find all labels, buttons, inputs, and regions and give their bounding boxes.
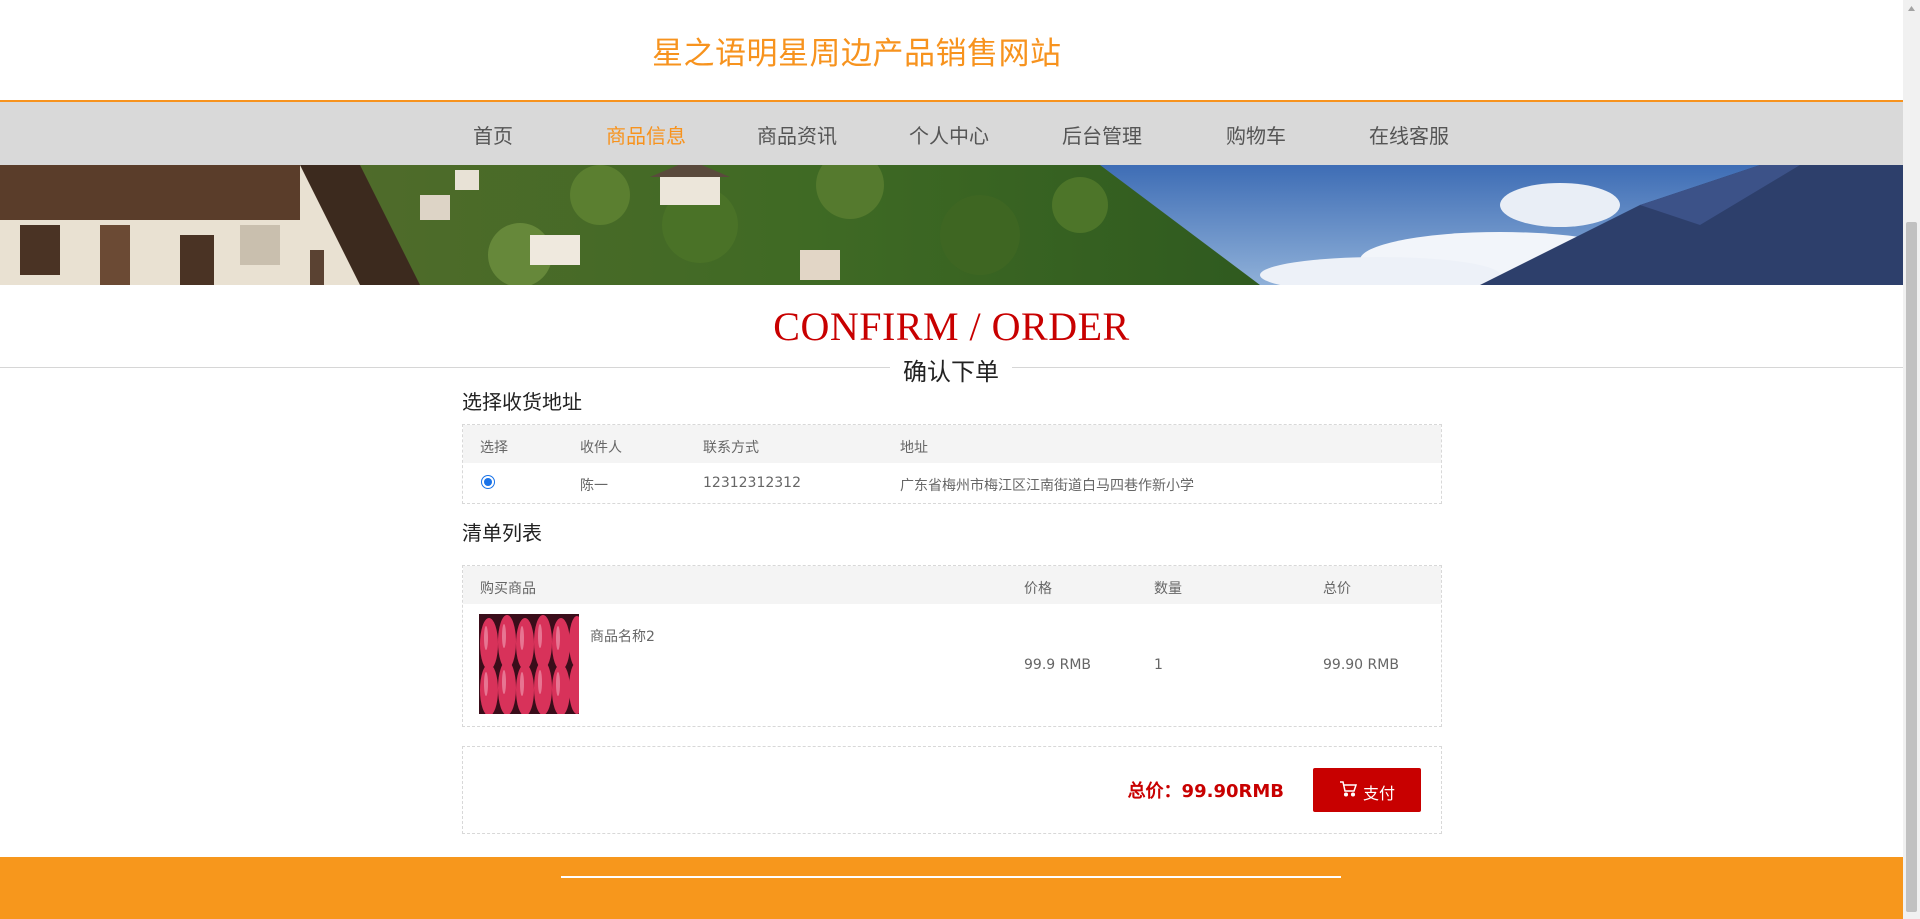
nav-item-products[interactable]: 商品信息 — [606, 120, 686, 149]
nav-item-service[interactable]: 在线客服 — [1369, 120, 1449, 149]
product-name[interactable]: 商品名称2 — [590, 626, 655, 646]
vertical-scrollbar[interactable] — [1903, 0, 1920, 919]
confirm-order-subtitle: 确认下单 — [890, 352, 1012, 387]
footer — [0, 857, 1903, 919]
order-section-title: 清单列表 — [462, 521, 542, 545]
page: 星之语明星周边产品销售网站 首页 商品信息 商品资讯 个人中心 后台管理 购物车… — [0, 0, 1903, 919]
col-quantity: 数量 — [1154, 581, 1182, 597]
product-price: 99.9 RMB — [1024, 657, 1092, 673]
col-total: 总价 — [1323, 581, 1351, 597]
nav-item-cart[interactable]: 购物车 — [1226, 120, 1286, 149]
nav-item-home[interactable]: 首页 — [473, 120, 513, 149]
product-quantity: 1 — [1154, 657, 1163, 673]
address-section-title: 选择收货地址 — [462, 390, 582, 414]
address-table: 选择 收件人 联系方式 地址 陈一 12312312312 广东省梅州市梅江区江… — [462, 424, 1442, 504]
order-total: 总价：99.90RMB — [1127, 781, 1284, 802]
recipient-name: 陈一 — [580, 478, 608, 494]
nav-item-admin[interactable]: 后台管理 — [1062, 120, 1142, 149]
col-address: 地址 — [900, 440, 928, 456]
pay-button[interactable]: 支付 — [1313, 768, 1421, 812]
product-total: 99.90 RMB — [1323, 657, 1399, 673]
confirm-order-title: CONFIRM / ORDER — [773, 304, 1130, 349]
scrollbar-thumb[interactable] — [1906, 222, 1917, 912]
col-price: 价格 — [1024, 581, 1052, 597]
col-phone: 联系方式 — [703, 440, 759, 456]
address-table-header: 选择 收件人 联系方式 地址 — [463, 425, 1441, 463]
order-table: 购买商品 价格 数量 总价 商品名称2 99.9 RMB 1 99.90 RMB — [462, 565, 1442, 727]
cart-icon — [1339, 781, 1358, 801]
banner-image — [0, 165, 1903, 285]
col-recipient: 收件人 — [580, 440, 622, 456]
recipient-phone: 12312312312 — [703, 475, 801, 491]
col-select: 选择 — [480, 440, 508, 456]
header: 星之语明星周边产品销售网站 — [0, 0, 1903, 102]
order-summary: 总价：99.90RMB 支付 — [462, 746, 1442, 834]
order-table-header: 购买商品 价格 数量 总价 — [463, 566, 1441, 604]
nav-item-news[interactable]: 商品资讯 — [757, 120, 837, 149]
main-nav: 首页 商品信息 商品资讯 个人中心 后台管理 购物车 在线客服 — [0, 102, 1903, 165]
col-product: 购买商品 — [480, 581, 536, 597]
nav-item-profile[interactable]: 个人中心 — [909, 120, 989, 149]
address-select-radio[interactable] — [481, 475, 495, 489]
footer-divider — [561, 876, 1341, 878]
site-title[interactable]: 星之语明星周边产品销售网站 — [652, 28, 1062, 73]
pay-button-label: 支付 — [1363, 784, 1396, 803]
scroll-up-arrow-icon[interactable] — [1903, 0, 1920, 17]
product-image[interactable] — [479, 614, 579, 714]
recipient-address: 广东省梅州市梅江区江南街道白马四巷作新小学 — [900, 478, 1194, 494]
